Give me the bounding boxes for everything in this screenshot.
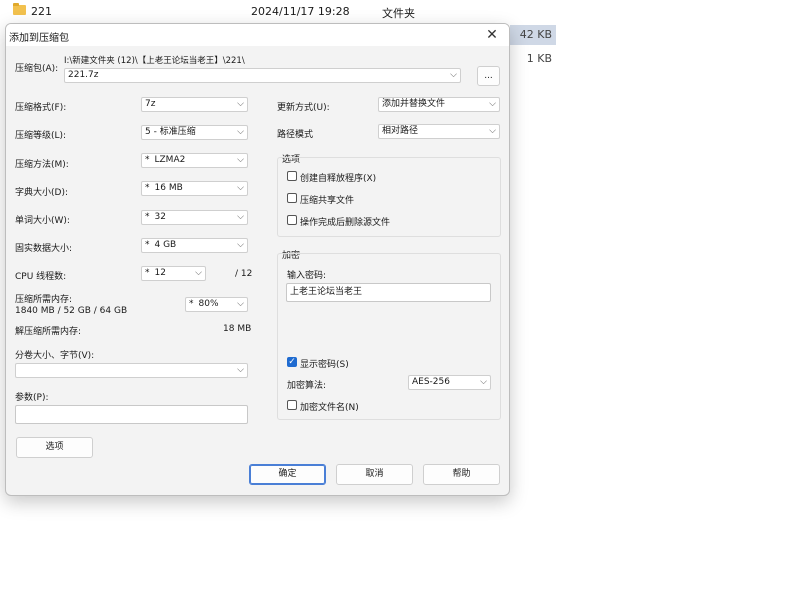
format-select[interactable]: 7z ⌵ bbox=[141, 97, 248, 112]
sfx-checkbox[interactable] bbox=[287, 171, 297, 181]
ok-button[interactable]: 确定 bbox=[249, 464, 326, 485]
file-name: 221 bbox=[31, 5, 52, 18]
browse-button[interactable]: ... bbox=[477, 66, 500, 86]
params-label: 参数(P): bbox=[15, 393, 49, 403]
chevron-down-icon: ⌵ bbox=[237, 299, 244, 309]
cancel-button[interactable]: 取消 bbox=[336, 464, 413, 485]
level-label: 压缩等级(L): bbox=[15, 131, 67, 141]
dict-label: 字典大小(D): bbox=[15, 188, 68, 198]
password-label: 输入密码: bbox=[287, 271, 327, 281]
word-value: 32 bbox=[154, 212, 166, 222]
cpu-value: 12 bbox=[154, 268, 166, 278]
archive-name: 221.7z bbox=[68, 70, 99, 80]
chevron-down-icon: ⌵ bbox=[480, 377, 487, 387]
encrypt-names-label: 加密文件名(N) bbox=[300, 403, 359, 413]
encrypt-names-checkbox[interactable] bbox=[287, 400, 297, 410]
auto-marker: * bbox=[145, 240, 150, 250]
enc-method-value: AES-256 bbox=[412, 377, 450, 387]
chevron-down-icon: ⌵ bbox=[450, 70, 457, 80]
enc-method-label: 加密算法: bbox=[287, 381, 327, 391]
archive-path: I:\新建文件夹 (12)\【上老王论坛当老王】\221\ bbox=[64, 56, 245, 66]
password-input[interactable]: 上老王论坛当老王 bbox=[286, 283, 491, 302]
method-label: 压缩方法(M): bbox=[15, 160, 69, 170]
update-value: 添加并替换文件 bbox=[382, 99, 446, 109]
archive-label: 压缩包(A): bbox=[15, 64, 59, 74]
chevron-down-icon: ⌵ bbox=[237, 365, 244, 375]
chevron-down-icon: ⌵ bbox=[237, 240, 244, 250]
dict-value: 16 MB bbox=[154, 183, 183, 193]
explorer-row-221[interactable]: 221 2024/11/17 19:28 文件夹 bbox=[0, 0, 560, 24]
delete-label: 操作完成后删除源文件 bbox=[300, 218, 391, 228]
pathmode-select[interactable]: 相对路径 ⌵ bbox=[378, 124, 500, 139]
enc-method-select[interactable]: AES-256 ⌵ bbox=[408, 375, 491, 390]
format-value: 7z bbox=[145, 99, 156, 109]
chevron-down-icon: ⌵ bbox=[195, 268, 202, 278]
volume-select[interactable]: ⌵ bbox=[15, 363, 248, 378]
archive-name-combo[interactable]: 221.7z ⌵ bbox=[64, 68, 461, 83]
level-value: 5 - 标准压缩 bbox=[145, 127, 196, 137]
pathmode-value: 相对路径 bbox=[382, 126, 419, 136]
params-input[interactable] bbox=[15, 405, 248, 424]
format-label: 压缩格式(F): bbox=[15, 103, 67, 113]
auto-marker: * bbox=[145, 268, 150, 278]
auto-marker: * bbox=[145, 155, 150, 165]
folder-icon bbox=[13, 3, 26, 15]
solid-select[interactable]: * 4 GB ⌵ bbox=[141, 238, 248, 253]
dict-select[interactable]: * 16 MB ⌵ bbox=[141, 181, 248, 196]
file-type: 文件夹 bbox=[382, 7, 415, 20]
word-select[interactable]: * 32 ⌵ bbox=[141, 210, 248, 225]
title-bar: 添加到压缩包 ✕ bbox=[6, 24, 509, 46]
chevron-down-icon: ⌵ bbox=[237, 183, 244, 193]
show-password-checkbox[interactable]: ✓ bbox=[287, 357, 297, 367]
options-button[interactable]: 选项 bbox=[16, 437, 93, 458]
shared-checkbox[interactable] bbox=[287, 193, 297, 203]
mem-percent-value: 80% bbox=[198, 299, 219, 309]
cpu-label: CPU 线程数: bbox=[15, 272, 67, 282]
chevron-down-icon: ⌵ bbox=[489, 126, 496, 136]
mem-comp-label: 压缩所需内存: bbox=[15, 295, 73, 305]
delete-checkbox[interactable] bbox=[287, 215, 297, 225]
shared-label: 压缩共享文件 bbox=[300, 196, 355, 206]
sfx-label: 创建自释放程序(X) bbox=[300, 174, 377, 184]
chevron-down-icon: ⌵ bbox=[237, 127, 244, 137]
close-icon[interactable]: ✕ bbox=[481, 25, 503, 45]
method-value: LZMA2 bbox=[154, 155, 186, 165]
cpu-select[interactable]: * 12 ⌵ bbox=[141, 266, 206, 281]
show-password-label: 显示密码(S) bbox=[300, 360, 349, 370]
chevron-down-icon: ⌵ bbox=[489, 99, 496, 109]
cpu-total: / 12 bbox=[235, 269, 253, 279]
mem-decomp-label: 解压缩所需内存: bbox=[15, 327, 82, 337]
dialog-title: 添加到压缩包 bbox=[9, 33, 69, 44]
update-label: 更新方式(U): bbox=[277, 103, 330, 113]
help-button[interactable]: 帮助 bbox=[423, 464, 500, 485]
mem-comp-detail: 1840 MB / 52 GB / 64 GB bbox=[15, 306, 128, 316]
word-label: 单词大小(W): bbox=[15, 216, 70, 226]
auto-marker: * bbox=[145, 183, 150, 193]
pathmode-label: 路径模式 bbox=[277, 130, 314, 140]
auto-marker: * bbox=[145, 212, 150, 222]
auto-marker: * bbox=[189, 299, 194, 309]
file-size: 1 KB bbox=[526, 52, 552, 65]
mem-percent-select[interactable]: * 80% ⌵ bbox=[185, 297, 248, 312]
solid-value: 4 GB bbox=[154, 240, 177, 250]
level-select[interactable]: 5 - 标准压缩 ⌵ bbox=[141, 125, 248, 140]
solid-label: 固实数据大小: bbox=[15, 244, 73, 254]
volume-label: 分卷大小、字节(V): bbox=[15, 351, 95, 361]
update-select[interactable]: 添加并替换文件 ⌵ bbox=[378, 97, 500, 112]
chevron-down-icon: ⌵ bbox=[237, 99, 244, 109]
mem-decomp-value: 18 MB bbox=[223, 324, 252, 334]
file-date: 2024/11/17 19:28 bbox=[251, 5, 350, 18]
method-select[interactable]: * LZMA2 ⌵ bbox=[141, 153, 248, 168]
chevron-down-icon: ⌵ bbox=[237, 155, 244, 165]
file-size: 42 KB bbox=[510, 25, 556, 45]
chevron-down-icon: ⌵ bbox=[237, 212, 244, 222]
add-to-archive-dialog: 添加到压缩包 ✕ 压缩包(A): I:\新建文件夹 (12)\【上老王论坛当老王… bbox=[5, 23, 510, 496]
